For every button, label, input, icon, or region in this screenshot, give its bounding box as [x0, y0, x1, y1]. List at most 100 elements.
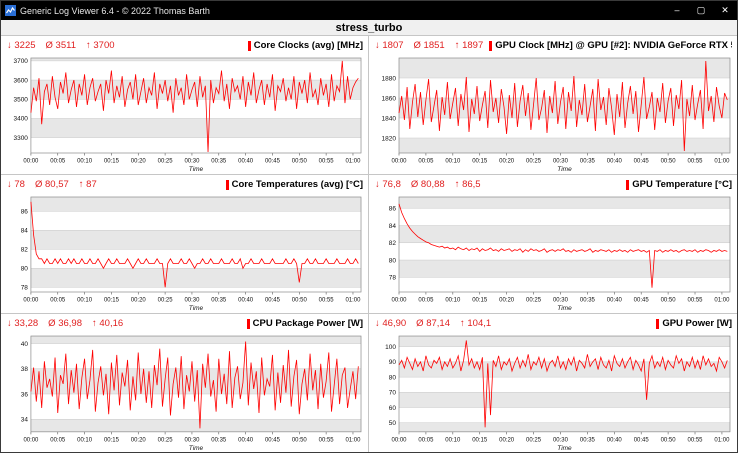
svg-text:00:10: 00:10: [445, 159, 461, 165]
chart-legend: GPU Temperature [°C]: [626, 179, 732, 190]
svg-text:01:00: 01:00: [345, 297, 361, 303]
svg-text:3300: 3300: [14, 135, 29, 142]
svg-text:00:25: 00:25: [158, 437, 174, 443]
svg-text:3600: 3600: [14, 77, 29, 84]
svg-text:00:50: 00:50: [661, 159, 677, 165]
svg-text:01:00: 01:00: [714, 437, 730, 443]
window-title: Generic Log Viewer 6.4 - © 2022 Thomas B…: [20, 6, 210, 16]
svg-text:70: 70: [389, 390, 397, 397]
svg-text:01:00: 01:00: [346, 437, 362, 443]
svg-text:00:40: 00:40: [607, 298, 623, 304]
svg-text:3500: 3500: [14, 97, 29, 104]
svg-text:84: 84: [21, 228, 29, 235]
svg-text:00:20: 00:20: [131, 437, 147, 443]
svg-text:00:35: 00:35: [580, 159, 596, 165]
svg-text:01:00: 01:00: [345, 158, 361, 164]
panel-header: ↓ 3225 Ø 3511 ↑ 3700 Core Clocks (avg) […: [1, 36, 368, 54]
svg-text:00:30: 00:30: [184, 297, 200, 303]
svg-text:00:55: 00:55: [688, 298, 704, 304]
svg-text:01:00: 01:00: [714, 298, 730, 304]
minimize-button[interactable]: –: [665, 1, 689, 20]
svg-text:00:20: 00:20: [131, 297, 147, 303]
panel-header: ↓ 78 Ø 80,57 ↑ 87 Core Temperatures (avg…: [1, 175, 368, 193]
svg-text:00:20: 00:20: [499, 298, 515, 304]
svg-text:86: 86: [389, 206, 397, 213]
svg-text:00:25: 00:25: [526, 159, 542, 165]
svg-text:40: 40: [21, 341, 29, 348]
panel-header: ↓ 1807 Ø 1851 ↑ 1897 GPU Clock [MHz] @ G…: [369, 36, 737, 54]
stat-max: ↑ 1897: [455, 40, 484, 51]
chart-title: Core Clocks (avg) [MHz]: [254, 40, 363, 51]
chart-panel-core-temps: ↓ 78 Ø 80,57 ↑ 87 Core Temperatures (avg…: [1, 175, 369, 314]
svg-text:00:50: 00:50: [661, 298, 677, 304]
chart-legend: GPU Power [W]: [656, 318, 732, 329]
stat-max: ↑ 86,5: [455, 179, 481, 190]
svg-text:1840: 1840: [382, 115, 397, 122]
svg-text:00:30: 00:30: [553, 298, 569, 304]
svg-text:00:45: 00:45: [265, 158, 281, 164]
stat-max: ↑ 3700: [86, 40, 115, 51]
svg-text:1880: 1880: [382, 75, 397, 82]
svg-text:00:10: 00:10: [77, 297, 93, 303]
svg-text:80: 80: [389, 257, 397, 264]
svg-text:Time: Time: [189, 445, 204, 452]
svg-text:00:00: 00:00: [23, 297, 39, 303]
chart-stats: ↓ 1807 Ø 1851 ↑ 1897: [375, 40, 483, 51]
chart-stats: ↓ 76,8 Ø 80,88 ↑ 86,5: [375, 179, 481, 190]
gpu-power-plot: 100908070605000:0000:0500:1000:1500:2000…: [369, 332, 737, 453]
svg-text:00:50: 00:50: [661, 437, 677, 443]
svg-text:00:55: 00:55: [688, 437, 704, 443]
close-button[interactable]: ✕: [713, 1, 737, 20]
svg-text:00:25: 00:25: [158, 158, 174, 164]
svg-text:00:55: 00:55: [319, 297, 335, 303]
svg-text:00:00: 00:00: [391, 159, 407, 165]
chart-panel-gpu-temp: ↓ 76,8 Ø 80,88 ↑ 86,5 GPU Temperature [°…: [369, 175, 737, 314]
svg-text:Time: Time: [189, 305, 204, 312]
maximize-button[interactable]: ▢: [689, 1, 713, 20]
svg-text:60: 60: [389, 405, 397, 412]
svg-text:00:30: 00:30: [184, 437, 200, 443]
svg-text:Time: Time: [557, 166, 572, 173]
svg-text:00:35: 00:35: [580, 437, 596, 443]
chart-stats: ↓ 78 Ø 80,57 ↑ 87: [7, 179, 97, 190]
chart-legend: GPU Clock [MHz] @ GPU [#2]: NVIDIA GeFor…: [489, 40, 732, 51]
series-color-swatch: [489, 41, 492, 51]
core-clocks-plot: 3700360035003400330000:0000:0500:1000:15…: [1, 54, 368, 174]
stat-min: ↓ 76,8: [375, 179, 401, 190]
svg-text:00:55: 00:55: [319, 158, 335, 164]
core-temps-plot: 868482807800:0000:0500:1000:1500:2000:25…: [1, 193, 368, 313]
stat-max: ↑ 104,1: [460, 318, 491, 329]
panel-header: ↓ 76,8 Ø 80,88 ↑ 86,5 GPU Temperature [°…: [369, 175, 737, 193]
svg-text:00:50: 00:50: [292, 297, 308, 303]
charts-grid: ↓ 3225 Ø 3511 ↑ 3700 Core Clocks (avg) […: [1, 36, 737, 453]
svg-text:1820: 1820: [382, 135, 397, 142]
cpu-power-plot: 4038363400:0000:0500:1000:1500:2000:2500…: [1, 332, 368, 453]
svg-text:100: 100: [385, 344, 396, 351]
chart-panel-core-clocks: ↓ 3225 Ø 3511 ↑ 3700 Core Clocks (avg) […: [1, 36, 369, 175]
stat-min: ↓ 3225: [7, 40, 36, 51]
svg-text:3700: 3700: [14, 58, 29, 65]
svg-text:00:15: 00:15: [472, 298, 488, 304]
svg-text:00:35: 00:35: [580, 298, 596, 304]
chart-legend: CPU Package Power [W]: [247, 318, 363, 329]
svg-text:3400: 3400: [14, 116, 29, 123]
svg-text:00:45: 00:45: [634, 437, 650, 443]
svg-text:00:25: 00:25: [526, 437, 542, 443]
svg-text:Time: Time: [557, 305, 572, 312]
svg-text:01:00: 01:00: [714, 159, 730, 165]
series-color-swatch: [248, 41, 251, 51]
gpu-clock-plot: 188018601840182000:0000:0500:1000:1500:2…: [369, 54, 737, 174]
chart-panel-cpu-power: ↓ 33,28 Ø 36,98 ↑ 40,16 CPU Package Powe…: [1, 314, 369, 453]
panel-header: ↓ 33,28 Ø 36,98 ↑ 40,16 CPU Package Powe…: [1, 314, 368, 332]
app-window: Generic Log Viewer 6.4 - © 2022 Thomas B…: [0, 0, 738, 453]
svg-text:00:35: 00:35: [211, 158, 227, 164]
svg-text:84: 84: [389, 223, 397, 230]
svg-text:00:10: 00:10: [77, 437, 93, 443]
stat-max: ↑ 87: [79, 179, 97, 190]
series-color-swatch: [247, 319, 250, 329]
svg-text:00:30: 00:30: [553, 437, 569, 443]
chart-legend: Core Temperatures (avg) [°C]: [226, 179, 363, 190]
stat-min: ↓ 33,28: [7, 318, 38, 329]
svg-text:50: 50: [389, 420, 397, 427]
panel-header: ↓ 46,90 Ø 87,14 ↑ 104,1 GPU Power [W]: [369, 314, 737, 332]
